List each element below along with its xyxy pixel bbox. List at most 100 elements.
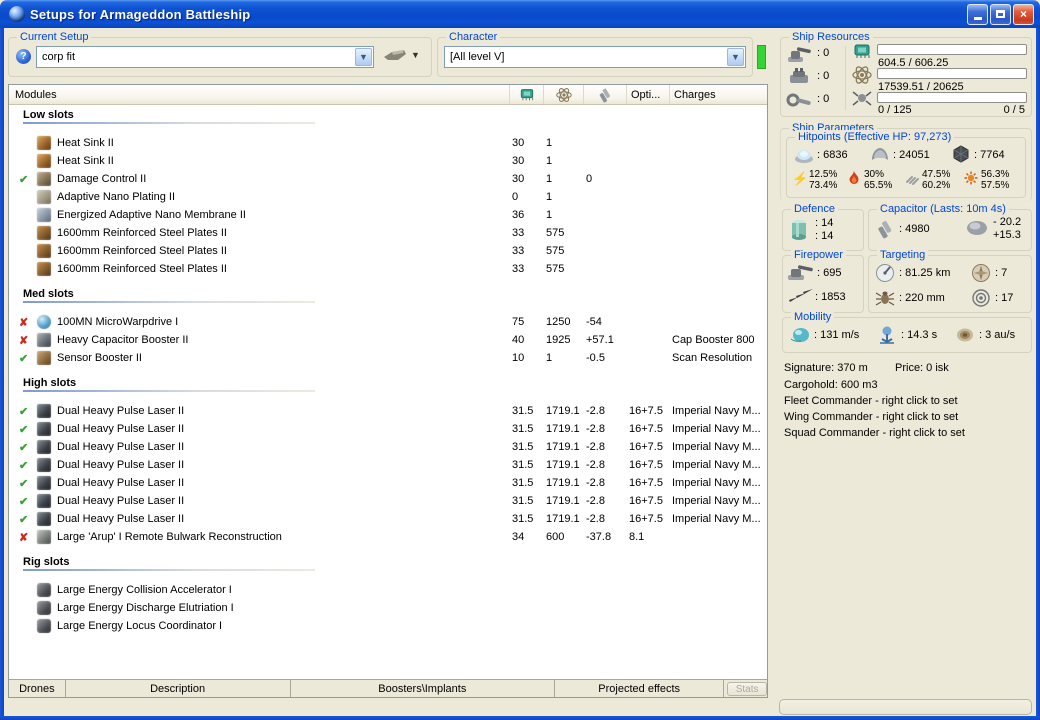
module-row[interactable]: Large Energy Collision Accelerator I <box>9 581 767 599</box>
capacitor-value: -2.8 <box>586 459 605 471</box>
mobility-label: Mobility <box>791 310 835 324</box>
bottom-tab-projected-effects[interactable]: Projected effects <box>555 680 725 697</box>
module-row[interactable]: ✘ Heavy Capacitor Booster II 40 1925 +57.1 Ca… <box>9 331 767 349</box>
shield-hp-value: : 6836 <box>817 149 848 161</box>
module-name: Dual Heavy Pulse Laser II <box>57 513 185 525</box>
launcher-hardpoint-icon <box>787 67 811 87</box>
cpu-icon <box>520 89 533 101</box>
firepower-volley-value: : 1853 <box>815 291 846 303</box>
module-row[interactable]: Adaptive Nano Plating II 0 1 <box>9 188 767 206</box>
capacitor-column-header[interactable] <box>583 85 626 104</box>
bottom-tab-boosters-implants[interactable]: Boosters\Implants <box>291 680 556 697</box>
fitted-check-icon: ✔ <box>19 459 29 472</box>
bottom-tab-description[interactable]: Description <box>66 680 291 697</box>
module-row[interactable]: 1600mm Reinforced Steel Plates II 33 575 <box>9 260 767 278</box>
character-combobox[interactable]: [All level V] ▼ <box>444 46 746 68</box>
optimal-value: 16+7.5 <box>629 405 663 417</box>
module-row[interactable]: ✘ 100MN MicroWarpdrive I 75 1250 -54 <box>9 313 767 331</box>
module-row[interactable]: Energized Adaptive Nano Membrane II 36 1 <box>9 206 767 224</box>
bottom-tab-drones[interactable]: Drones <box>9 680 66 697</box>
module-name: Energized Adaptive Nano Membrane II <box>57 209 246 221</box>
module-row[interactable]: ✔ Dual Heavy Pulse Laser II 31.5 1719.1 -2.8… <box>9 456 767 474</box>
module-row[interactable]: ✔ Dual Heavy Pulse Laser II 31.5 1719.1 -2.8… <box>9 402 767 420</box>
powergrid-value: 1 <box>546 173 553 185</box>
module-row[interactable]: 1600mm Reinforced Steel Plates II 33 575 <box>9 242 767 260</box>
optimal-column-header[interactable]: Opti... <box>626 85 669 104</box>
module-row[interactable]: ✔ Dual Heavy Pulse Laser II 31.5 1719.1 -2.8… <box>9 474 767 492</box>
modules-column-header[interactable]: Modules <box>9 85 509 104</box>
stats-button[interactable]: Stats <box>727 681 768 696</box>
capacitor-value: -2.8 <box>586 441 605 453</box>
capacitor-amount-value: : 4980 <box>899 223 930 235</box>
character-label: Character <box>446 30 501 44</box>
speed-icon <box>789 326 811 344</box>
powergrid-value: 1719.1 <box>546 405 580 417</box>
ship-menu-button[interactable]: ▼ <box>383 46 420 64</box>
cpu-column-header[interactable] <box>509 85 543 104</box>
module-name: 1600mm Reinforced Steel Plates II <box>57 245 227 257</box>
fitted-check-icon: ✔ <box>19 405 29 418</box>
offline-x-icon: ✘ <box>19 531 29 544</box>
module-name: Large Energy Discharge Elutriation I <box>57 602 234 614</box>
module-name: Dual Heavy Pulse Laser II <box>57 405 185 417</box>
launcher-hardpoints-value: : 0 <box>817 70 830 82</box>
scan-resolution-icon <box>875 288 895 306</box>
optimal-value: 16+7.5 <box>629 495 663 507</box>
align-time-value: : 14.3 s <box>901 329 938 341</box>
cpu-value: 33 <box>512 227 525 239</box>
module-row[interactable]: ✔ Damage Control II 30 1 0 <box>9 170 767 188</box>
align-time-icon <box>877 324 897 346</box>
module-row[interactable]: Heat Sink II 30 1 <box>9 134 767 152</box>
defence-value-1: : 14 <box>815 217 834 229</box>
setup-dropdown-button[interactable]: ▼ <box>355 48 372 66</box>
charge-value: Imperial Navy M... <box>672 477 761 489</box>
title-bar[interactable]: Setups for Armageddon Battleship × <box>0 0 1040 28</box>
charge-value: Imperial Navy M... <box>672 459 761 471</box>
module-row[interactable]: ✘ Large 'Arup' I Remote Bulwark Reconstru… <box>9 528 767 546</box>
wing-commander-line[interactable]: Wing Commander - right click to set <box>784 409 958 425</box>
setup-combobox[interactable]: corp fit ▼ <box>36 46 374 68</box>
squad-commander-line[interactable]: Squad Commander - right click to set <box>784 425 965 441</box>
character-status-indicator <box>757 45 766 69</box>
module-name: Dual Heavy Pulse Laser II <box>57 423 185 435</box>
fleet-commander-line[interactable]: Fleet Commander - right click to set <box>784 393 958 409</box>
help-icon[interactable]: ? <box>16 49 31 64</box>
defence-label: Defence <box>791 202 838 216</box>
cpu-value: 40 <box>512 334 525 346</box>
mobility-group: Mobility : 131 m/s : 14.3 s : 3 au/s <box>782 310 1032 353</box>
capacitor-value: -54 <box>586 316 602 328</box>
minimize-button[interactable] <box>967 3 988 25</box>
module-icon <box>37 190 51 204</box>
modules-list-header[interactable]: Modules Opti... Charges <box>9 85 767 105</box>
powergrid-bar <box>877 68 1027 79</box>
module-row[interactable]: ✔ Dual Heavy Pulse Laser II 31.5 1719.1 -2.8… <box>9 492 767 510</box>
explosive-resist-icon <box>964 171 978 185</box>
powergrid-value: 1719.1 <box>546 513 580 525</box>
maximize-button[interactable] <box>990 3 1011 25</box>
charges-column-header[interactable]: Charges <box>669 85 767 104</box>
app-icon <box>9 6 25 22</box>
module-row[interactable]: ✔ Dual Heavy Pulse Laser II 31.5 1719.1 -2.8… <box>9 438 767 456</box>
module-row[interactable]: ✔ Dual Heavy Pulse Laser II 31.5 1719.1 -2.8… <box>9 420 767 438</box>
window-border-bottom <box>0 716 1040 720</box>
defence-icon <box>789 218 809 244</box>
module-row[interactable]: Heat Sink II 30 1 <box>9 152 767 170</box>
character-dropdown-button[interactable]: ▼ <box>727 48 744 66</box>
module-icon <box>37 530 51 544</box>
capacitor-value: 0 <box>586 173 593 185</box>
explosive-resist-armor: 56.3% <box>981 169 1010 180</box>
powergrid-column-header[interactable] <box>543 85 583 104</box>
module-row[interactable]: ✔ Dual Heavy Pulse Laser II 31.5 1719.1 -2.8… <box>9 510 767 528</box>
powergrid-value: 1719.1 <box>546 441 580 453</box>
charge-value: Imperial Navy M... <box>672 441 761 453</box>
module-row[interactable]: ✔ Sensor Booster II 10 1 -0.5 Scan Resolution <box>9 349 767 367</box>
drone-bar <box>877 92 1027 103</box>
capacitor-recharge-icon <box>965 219 989 237</box>
close-button[interactable]: × <box>1013 3 1034 25</box>
cargohold-value: Cargohold: 600 m3 <box>784 379 878 391</box>
turret-hardpoints-value: : 0 <box>817 47 830 59</box>
module-row[interactable]: 1600mm Reinforced Steel Plates II 33 575 <box>9 224 767 242</box>
module-row[interactable]: Large Energy Locus Coordinator I <box>9 617 767 635</box>
module-row[interactable]: Large Energy Discharge Elutriation I <box>9 599 767 617</box>
firepower-label: Firepower <box>791 248 846 262</box>
